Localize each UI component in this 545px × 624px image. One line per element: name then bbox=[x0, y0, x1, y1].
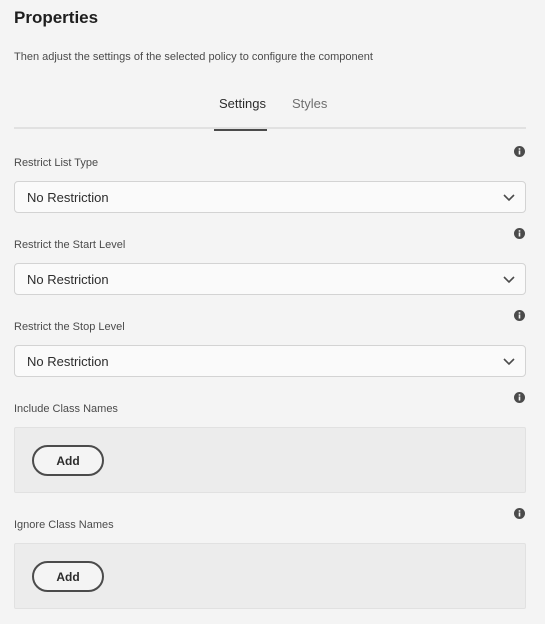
tab-active-indicator bbox=[214, 129, 267, 131]
restrict-stop-level-select[interactable]: No Restriction bbox=[14, 345, 526, 377]
include-class-names-label: Include Class Names bbox=[14, 403, 118, 415]
tab-bar: Settings Styles bbox=[14, 88, 526, 131]
chevron-down-icon bbox=[503, 276, 515, 284]
tab-settings-label: Settings bbox=[219, 96, 266, 111]
chevron-down-icon bbox=[503, 194, 515, 202]
restrict-start-level-select[interactable]: No Restriction bbox=[14, 263, 526, 295]
info-icon[interactable] bbox=[514, 146, 525, 157]
chevron-down-icon bbox=[503, 358, 515, 366]
ignore-class-names-add-button[interactable]: Add bbox=[32, 561, 104, 592]
restrict-list-type-label: Restrict List Type bbox=[14, 157, 99, 169]
include-class-names-multifield: Add bbox=[14, 427, 526, 493]
ignore-class-names-multifield: Add bbox=[14, 543, 526, 609]
tab-settings[interactable]: Settings bbox=[214, 96, 267, 131]
restrict-stop-level-value: No Restriction bbox=[27, 354, 109, 369]
restrict-stop-level-label: Restrict the Stop Level bbox=[14, 321, 125, 333]
info-icon[interactable] bbox=[514, 392, 525, 403]
ignore-class-names-label: Ignore Class Names bbox=[14, 519, 114, 531]
info-icon[interactable] bbox=[514, 508, 525, 519]
tab-styles[interactable]: Styles bbox=[292, 96, 327, 129]
restrict-start-level-value: No Restriction bbox=[27, 272, 109, 287]
info-icon[interactable] bbox=[514, 228, 525, 239]
page-title: Properties bbox=[14, 8, 99, 27]
restrict-start-level-label: Restrict the Start Level bbox=[14, 239, 126, 251]
restrict-list-type-select[interactable]: No Restriction bbox=[14, 181, 526, 213]
restrict-list-type-value: No Restriction bbox=[27, 190, 109, 205]
page-subtitle: Then adjust the settings of the selected… bbox=[14, 51, 373, 63]
include-class-names-add-button[interactable]: Add bbox=[32, 445, 104, 476]
info-icon[interactable] bbox=[514, 310, 525, 321]
tab-styles-label: Styles bbox=[292, 96, 328, 111]
